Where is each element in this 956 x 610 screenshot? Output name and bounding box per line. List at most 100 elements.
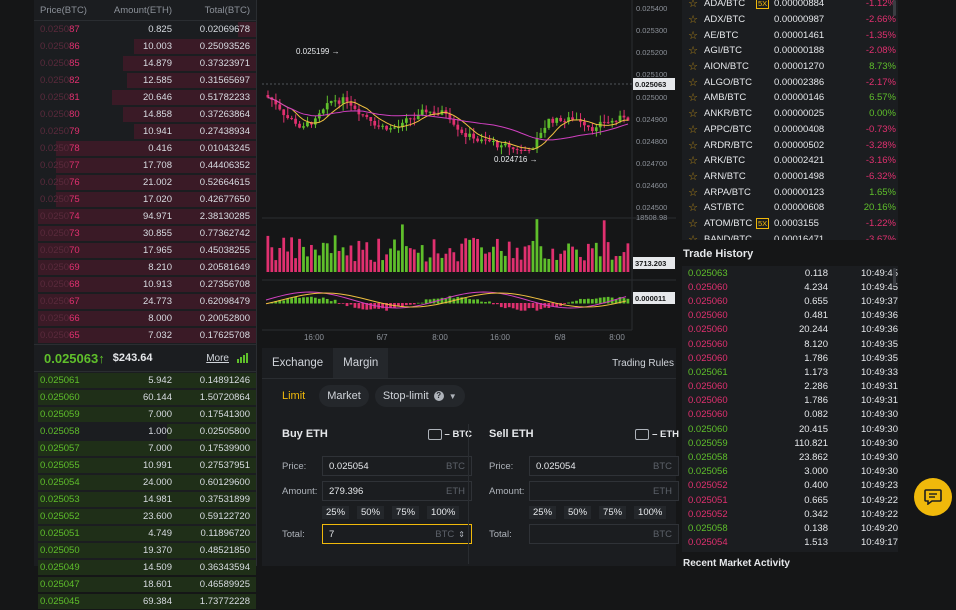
market-row[interactable]: ☆ ARPA/BTC 0.00000123 1.65% — [682, 184, 898, 200]
buy-total-input[interactable]: 7 BTC ⇕ — [322, 524, 472, 544]
buy-100-button[interactable]: 100% — [427, 505, 460, 519]
help-icon[interactable]: ? — [433, 391, 444, 401]
wallet-icon[interactable] — [427, 428, 442, 440]
buy-50-button[interactable]: 50% — [357, 505, 385, 519]
ask-row[interactable]: 0.025075 17.020 0.42677650 — [34, 191, 256, 208]
ask-row[interactable]: 0.025082 12.585 0.31565697 — [34, 72, 256, 89]
ask-row[interactable]: 0.025076 21.002 0.52664615 — [34, 174, 256, 191]
market-row[interactable]: ☆ AGI/BTC 0.00000188 -2.08% — [682, 43, 898, 59]
candlestick-chart[interactable]: 0.025400 0.025300 0.025200 0.025100 0.025000… — [262, 0, 676, 344]
market-row[interactable]: ☆ ARN/BTC 0.00001498 -6.32% — [682, 169, 898, 185]
buy-75-button[interactable]: 75% — [392, 505, 420, 519]
bid-row[interactable]: 0.025054 24.000 0.60129600 — [34, 474, 256, 491]
bid-row[interactable]: 0.025051 4.749 0.11896720 — [34, 525, 256, 542]
star-icon[interactable]: ☆ — [682, 91, 704, 104]
star-icon[interactable]: ☆ — [682, 186, 704, 199]
bid-row[interactable]: 0.025053 14.981 0.37531899 — [34, 491, 256, 508]
market-row[interactable]: ☆ AE/BTC 0.00001461 -1.35% — [682, 27, 898, 43]
star-icon[interactable]: ☆ — [682, 123, 704, 136]
bid-row[interactable]: 0.025049 14.509 0.36343594 — [34, 559, 256, 576]
sell-75-button[interactable]: 75% — [599, 505, 627, 519]
bid-row[interactable]: 0.025060 60.144 1.50720864 — [34, 389, 256, 406]
bid-row[interactable]: 0.025059 7.000 0.17541300 — [34, 406, 256, 423]
candle-body — [476, 138, 479, 142]
ask-row[interactable]: 0.025080 14.858 0.37263864 — [34, 106, 256, 123]
sell-100-button[interactable]: 100% — [634, 505, 667, 519]
star-icon[interactable]: ☆ — [682, 76, 704, 89]
ask-row[interactable]: 0.025065 7.032 0.17625708 — [34, 327, 256, 344]
ask-row[interactable]: 0.025066 8.000 0.20052800 — [34, 310, 256, 327]
trading-rules-link[interactable]: Trading Rules — [612, 348, 676, 378]
market-row[interactable]: ☆ BAND/BTC 0.00016471 -3.67% — [682, 231, 898, 240]
star-icon[interactable]: ☆ — [682, 217, 704, 230]
ask-row[interactable]: 0.025079 10.941 0.27438934 — [34, 123, 256, 140]
sell-50-button[interactable]: 50% — [564, 505, 592, 519]
market-row[interactable]: ☆ AST/BTC 0.00000608 20.16% — [682, 200, 898, 216]
buy-price-input[interactable]: 0.025054 BTC — [322, 456, 472, 476]
star-icon[interactable]: ☆ — [682, 154, 704, 167]
bid-row[interactable]: 0.025045 69.384 1.73772228 — [34, 593, 256, 610]
trade-amount: 0.342 — [804, 508, 828, 520]
more-link[interactable]: More — [206, 353, 229, 364]
market-row[interactable]: ☆ ANKR/BTC 0.00000025 0.00% — [682, 106, 898, 122]
star-icon[interactable]: ☆ — [682, 233, 704, 240]
tab-margin[interactable]: Margin — [333, 348, 389, 378]
wallet-icon[interactable] — [635, 428, 650, 440]
macd-bar — [484, 301, 487, 304]
star-icon[interactable]: ☆ — [682, 44, 704, 57]
ask-row[interactable]: 0.025069 8.210 0.20581649 — [34, 259, 256, 276]
market-row[interactable]: ☆ ARK/BTC 0.00002421 -3.16% — [682, 153, 898, 169]
chat-button[interactable] — [914, 478, 952, 516]
sell-total-input[interactable]: BTC — [529, 524, 679, 544]
buy-price-label: Price: — [282, 460, 307, 472]
buy-25-button[interactable]: 25% — [322, 505, 350, 519]
ask-row[interactable]: 0.025078 0.416 0.01043245 — [34, 140, 256, 157]
star-icon[interactable]: ☆ — [682, 29, 704, 42]
star-icon[interactable]: ☆ — [682, 170, 704, 183]
market-row[interactable]: ☆ ADX/BTC 0.00000987 -2.66% — [682, 12, 898, 28]
bid-row[interactable]: 0.025050 19.370 0.48521850 — [34, 542, 256, 559]
market-list: ☆ ADA/BTC 5X 0.00000884 -1.12% ☆ ADX/BTC … — [682, 0, 898, 240]
ask-row[interactable]: 0.025073 30.855 0.77362742 — [34, 225, 256, 242]
bid-row[interactable]: 0.025057 7.000 0.17539900 — [34, 440, 256, 457]
ask-row[interactable]: 0.025067 24.773 0.62098479 — [34, 293, 256, 310]
star-icon[interactable]: ☆ — [682, 60, 704, 73]
star-icon[interactable]: ☆ — [682, 0, 704, 10]
star-icon[interactable]: ☆ — [682, 107, 704, 120]
star-icon[interactable]: ☆ — [682, 201, 704, 214]
bid-row[interactable]: 0.025055 10.991 0.27537951 — [34, 457, 256, 474]
tab-exchange[interactable]: Exchange — [262, 348, 333, 378]
order-type-stop-limit[interactable]: Stop-limit ? ▼ — [374, 385, 465, 407]
bid-row[interactable]: 0.025052 23.600 0.59122720 — [34, 508, 256, 525]
stepper-icon[interactable]: ⇕ — [458, 530, 465, 539]
star-icon[interactable]: ☆ — [682, 13, 704, 26]
market-row[interactable]: ☆ ATOM/BTC 5X 0.0003155 -1.22% — [682, 216, 898, 232]
ask-row[interactable]: 0.025081 20.646 0.51782233 — [34, 89, 256, 106]
trade-amount: 0.400 — [804, 480, 828, 492]
order-type-market[interactable]: Market — [319, 385, 369, 407]
star-icon[interactable]: ☆ — [682, 139, 704, 152]
bid-row[interactable]: 0.025061 5.942 0.14891246 — [34, 372, 256, 389]
market-row[interactable]: ☆ AMB/BTC 0.00000146 6.57% — [682, 90, 898, 106]
market-row[interactable]: ☆ ARDR/BTC 0.00000502 -3.28% — [682, 137, 898, 153]
ask-row[interactable]: 0.025070 17.965 0.45038255 — [34, 242, 256, 259]
order-type-limit[interactable]: Limit — [274, 385, 313, 407]
price-chart[interactable]: 0.025400 0.025300 0.025200 0.025100 0.025000… — [262, 0, 676, 344]
buy-amount-input[interactable]: 279.396 ETH — [322, 481, 472, 501]
chevron-down-icon[interactable]: ▼ — [449, 392, 457, 401]
ask-row[interactable]: 0.025087 0.825 0.02069678 — [34, 21, 256, 38]
market-row[interactable]: ☆ ADA/BTC 5X 0.00000884 -1.12% — [682, 0, 898, 12]
ask-row[interactable]: 0.025068 10.913 0.27356708 — [34, 276, 256, 293]
ask-row[interactable]: 0.025085 14.879 0.37323971 — [34, 55, 256, 72]
market-row[interactable]: ☆ ALGO/BTC 0.00002386 -2.17% — [682, 74, 898, 90]
sell-price-input[interactable]: 0.025054 BTC — [529, 456, 679, 476]
bid-row[interactable]: 0.025047 18.601 0.46589925 — [34, 576, 256, 593]
ask-row[interactable]: 0.025074 94.971 2.38130285 — [34, 208, 256, 225]
market-row[interactable]: ☆ AION/BTC 0.00001270 8.73% — [682, 59, 898, 75]
sell-amount-input[interactable]: ETH — [529, 481, 679, 501]
bid-row[interactable]: 0.025058 1.000 0.02505800 — [34, 423, 256, 440]
ask-row[interactable]: 0.025077 17.708 0.44406352 — [34, 157, 256, 174]
sell-25-button[interactable]: 25% — [529, 505, 557, 519]
ask-row[interactable]: 0.025086 10.003 0.25093526 — [34, 38, 256, 55]
market-row[interactable]: ☆ APPC/BTC 0.00000408 -0.73% — [682, 122, 898, 138]
